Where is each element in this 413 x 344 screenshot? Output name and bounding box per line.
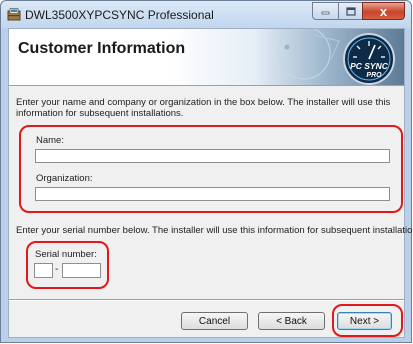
title-bar[interactable]: DWL3500XYPCSYNC Professional x [1,1,411,28]
footer-separator [9,299,404,301]
dialog-header: Customer Information PC SYNC PRO [9,29,404,86]
installer-app-icon [7,8,21,21]
instructions-text: Enter your name and company or organizat… [16,97,391,119]
serial-number-separator: - [55,264,59,275]
organization-input[interactable] [35,187,390,201]
window-controls: x [312,2,405,20]
minimize-button[interactable] [312,2,338,20]
close-icon: x [379,3,388,19]
next-button[interactable]: Next > [337,312,392,330]
window-title: DWL3500XYPCSYNC Professional [25,8,214,22]
back-button[interactable]: < Back [258,312,325,330]
header-decoration-graphic [277,29,340,80]
pc-sync-pro-logo: PC SYNC PRO [343,33,395,85]
installer-window: DWL3500XYPCSYNC Professional x Customer … [0,0,413,343]
dialog-client-area: Customer Information PC SYNC PRO Enter y… [8,28,413,338]
maximize-button[interactable] [338,2,362,20]
serial-number-part1-input[interactable] [34,263,53,278]
serial-number-part2-input[interactable] [62,263,101,278]
maximize-icon [345,6,356,16]
organization-label: Organization: [36,173,93,184]
name-input[interactable] [35,149,390,163]
minimize-icon [321,11,330,15]
page-title: Customer Information [18,40,186,57]
serial-instructions-text: Enter your serial number below. The inst… [16,225,413,236]
logo-text-pro: PRO [366,72,382,79]
close-button[interactable]: x [362,2,405,20]
cancel-button[interactable]: Cancel [181,312,248,330]
logo-text-pcsync: PC SYNC [350,61,389,71]
serial-number-label: Serial number: [35,249,97,260]
name-label: Name: [36,135,64,146]
